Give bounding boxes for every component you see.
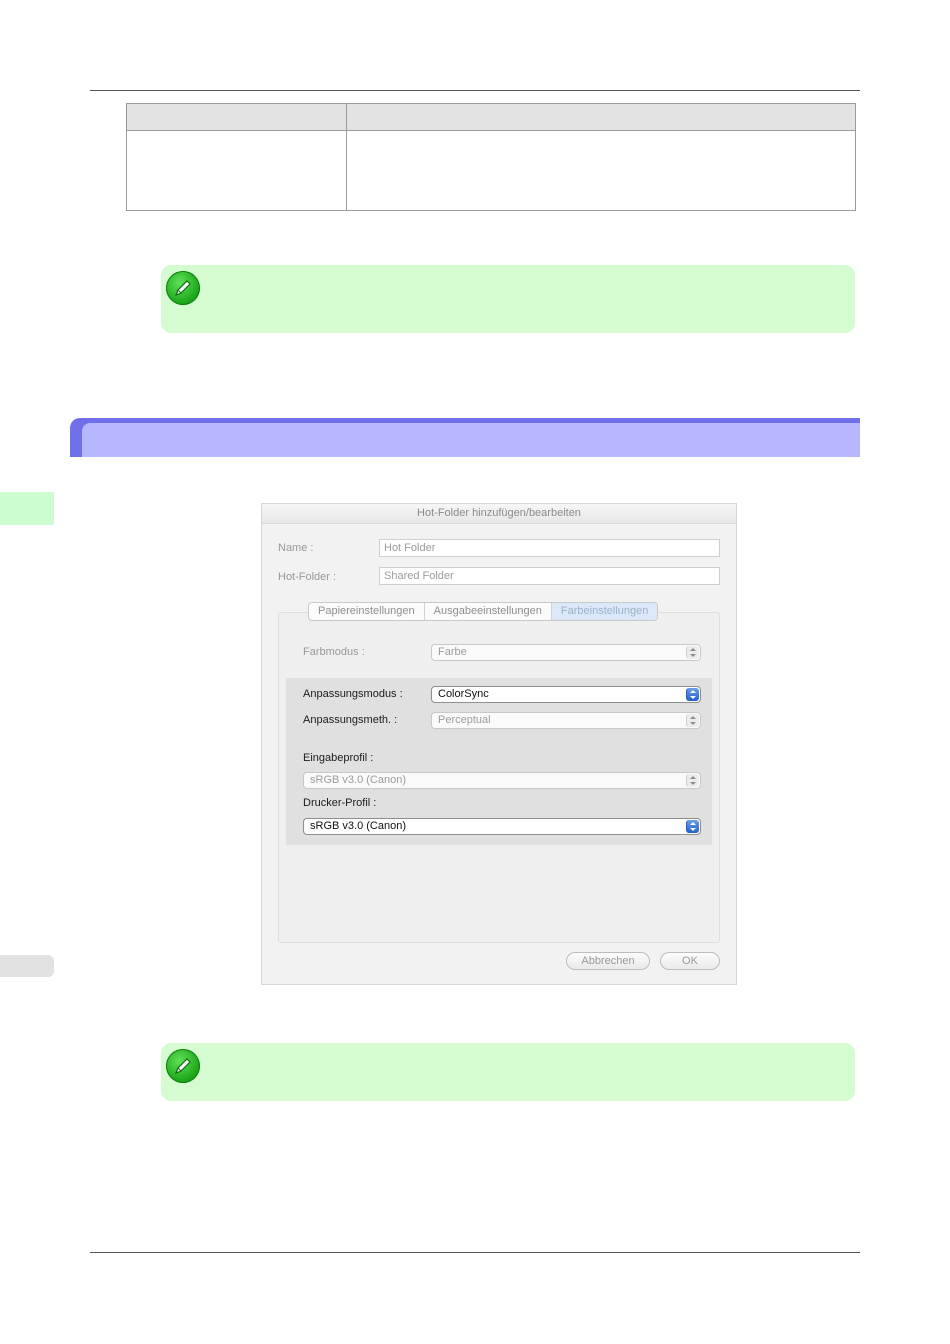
eingabeprofil-value: sRGB v3.0 (Canon) [310,774,406,786]
stepper-arrows-icon [686,688,699,701]
pencil-note-icon [166,271,200,305]
header-rule [90,90,860,91]
note-box [161,265,855,333]
name-field[interactable]: Hot Folder [379,539,720,557]
index-side-tab [0,955,54,977]
table-column-divider [346,104,347,210]
ok-button[interactable]: OK [660,952,720,970]
anpassungsmeth-label: Anpassungsmeth. : [303,714,398,726]
hot-folder-label: Hot-Folder : [278,571,337,583]
farbmodus-popup[interactable]: Farbe [431,644,701,661]
cancel-button[interactable]: Abbrechen [566,952,650,970]
name-label: Name : [278,542,314,554]
settings-tab-bar: Papiereinstellungen Ausgabeeinstellungen… [308,602,659,621]
stepper-arrows-icon [686,774,699,787]
tab-ausgabeeinstellungen[interactable]: Ausgabeeinstellungen [425,603,552,620]
eingabeprofil-label: Eingabeprofil : [303,752,374,764]
chapter-side-tab [0,492,54,525]
drucker-profil-label: Drucker-Profil : [303,797,377,809]
anpassungsmeth-value: Perceptual [438,714,491,726]
stepper-arrows-icon [686,820,699,833]
section-heading-band-inner [82,423,860,457]
anpassungsmeth-popup[interactable]: Perceptual [431,712,701,729]
anpassungsmodus-popup[interactable]: ColorSync [431,686,701,703]
stepper-arrows-icon [686,646,699,659]
note-box [161,1043,855,1101]
hot-folder-dialog: Hot-Folder hinzufügen/bearbeiten Name : … [261,503,737,985]
farbmodus-label: Farbmodus : [303,646,365,658]
tab-papiereinstellungen[interactable]: Papiereinstellungen [309,603,425,620]
anpassungsmodus-value: ColorSync [438,688,489,700]
pencil-note-icon [166,1049,200,1083]
eingabeprofil-popup[interactable]: sRGB v3.0 (Canon) [303,772,701,789]
table-header-row [127,104,855,131]
dialog-title: Hot-Folder hinzufügen/bearbeiten [262,504,736,524]
tab-farbeinstellungen[interactable]: Farbeinstellungen [551,603,658,620]
drucker-profil-value: sRGB v3.0 (Canon) [310,820,406,832]
hot-folder-field[interactable]: Shared Folder [379,567,720,585]
footer-rule [90,1252,860,1253]
farbmodus-value: Farbe [438,646,467,658]
stepper-arrows-icon [686,714,699,727]
anpassungsmodus-label: Anpassungsmodus : [303,688,403,700]
parameter-table [126,103,856,211]
drucker-profil-popup[interactable]: sRGB v3.0 (Canon) [303,818,701,835]
